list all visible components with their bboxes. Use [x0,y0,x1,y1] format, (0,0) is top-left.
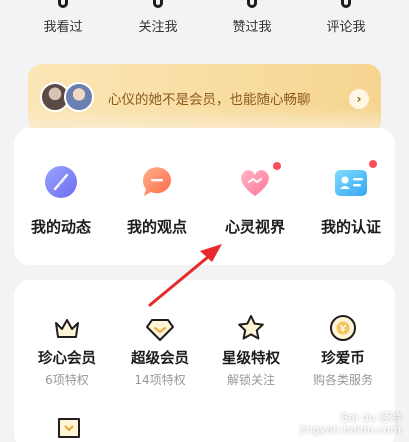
vip-promo-banner[interactable]: 心仪的她不是会员，也能随心畅聊 › [28,64,381,134]
stat-count [58,0,68,8]
diamond-icon [145,313,175,343]
coin-icon [328,313,358,343]
feature-label: 我的动态 [30,218,91,236]
feature-label: 我的观点 [126,218,187,236]
watermark: Bai du 经验 jingyan.baidu.com [299,412,401,436]
star-icon [236,313,266,343]
service-label: 珍爱币 [321,351,365,367]
id-card-icon [331,160,377,202]
feature-my-posts[interactable]: 我的动态 [16,162,106,237]
stat-followers[interactable]: 关注我 [113,0,203,35]
service-label: 珍心会员 [38,351,96,367]
features-card: 我的动态 我的观点 心灵视界 我的认证 [14,128,395,265]
feature-my-views[interactable]: 我的观点 [112,162,202,237]
stat-viewed[interactable]: 我看过 [18,0,108,35]
feature-label: 我的认证 [320,218,381,236]
stat-liked[interactable]: 赞过我 [207,0,297,35]
ticket-icon[interactable] [56,416,82,440]
stat-label: 关注我 [138,20,178,35]
chevron-right-icon[interactable]: › [349,89,369,109]
stat-count [247,0,257,8]
notification-dot [273,162,281,170]
service-label: 超级会员 [131,351,189,367]
service-sub: 14项特权 [134,373,186,387]
avatar [64,82,94,112]
service-sub: 购各类服务 [312,373,373,387]
service-coins[interactable]: 珍爱币 购各类服务 [298,313,388,388]
feature-my-verification[interactable]: 我的认证 [306,160,396,237]
feature-soul-vision[interactable]: 心灵视界 [210,162,300,237]
stat-count [341,0,351,8]
feather-icon [41,162,81,202]
vip-promo-text: 心仪的她不是会员，也能随心畅聊 [108,92,311,108]
stats-row: 我看过 关注我 赞过我 评论我 [0,0,409,48]
service-label: 星级特权 [222,351,280,367]
service-star-privilege[interactable]: 星级特权 解锁关注 [206,313,296,388]
service-vip-member[interactable]: 珍心会员 6项特权 [22,313,112,388]
notification-dot [369,160,377,168]
watermark-line2: jingyan.baidu.com [299,423,401,436]
stat-count [153,0,163,8]
stat-label: 我看过 [43,20,83,35]
feature-label: 心灵视界 [224,218,285,236]
service-super-member[interactable]: 超级会员 14项特权 [115,313,205,388]
service-sub: 6项特权 [45,373,89,387]
stat-comments[interactable]: 评论我 [301,0,391,35]
stat-label: 赞过我 [232,20,272,35]
stat-label: 评论我 [326,20,366,35]
heart-icon [235,162,281,202]
crown-icon [52,313,82,343]
service-sub: 解锁关注 [226,373,275,387]
speech-bubble-icon [137,162,177,202]
